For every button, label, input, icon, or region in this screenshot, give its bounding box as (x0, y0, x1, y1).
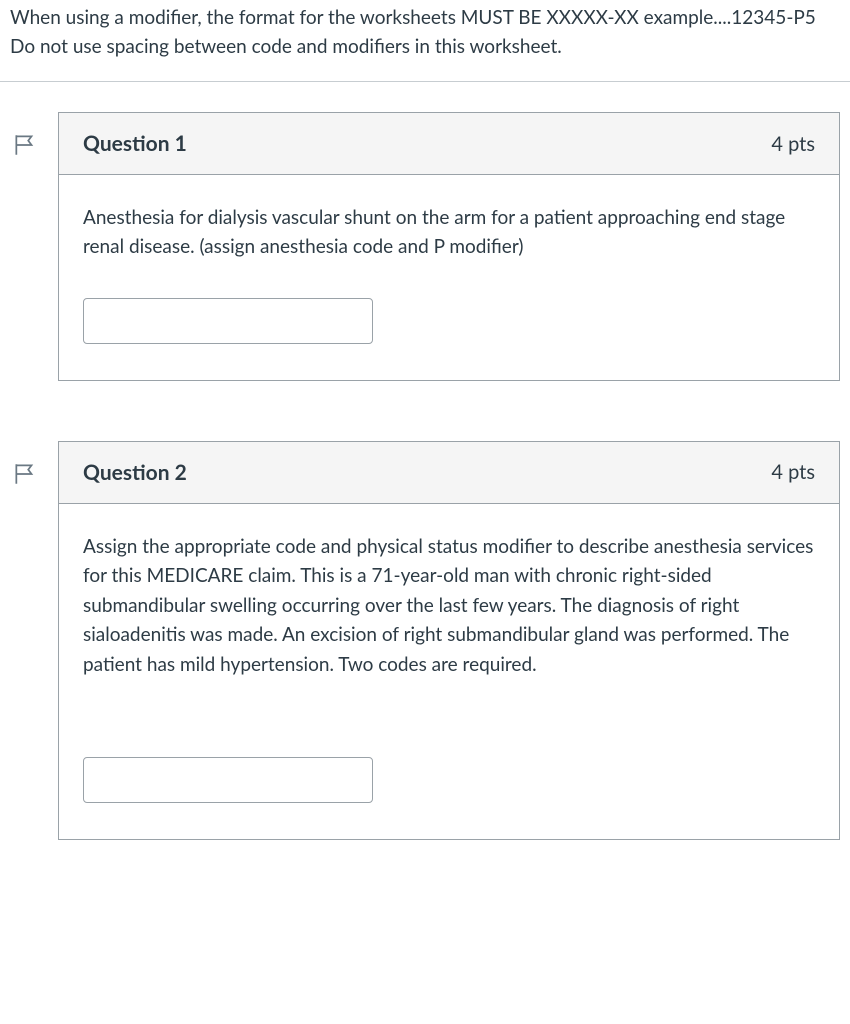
question-prompt: Anesthesia for dialysis vascular shunt o… (83, 203, 815, 262)
question-card: Question 1 4 pts Anesthesia for dialysis… (58, 112, 840, 381)
question-card: Question 2 4 pts Assign the appropriate … (58, 441, 840, 840)
answer-input[interactable] (83, 298, 373, 344)
flag-icon[interactable] (10, 130, 40, 160)
questions-container: Question 1 4 pts Anesthesia for dialysis… (0, 82, 850, 920)
worksheet-instructions: When using a modifier, the format for th… (0, 0, 850, 82)
question-body: Assign the appropriate code and physical… (59, 504, 839, 839)
question-points: 4 pts (771, 132, 815, 156)
question-title: Question 2 (83, 460, 187, 485)
question-prompt: Assign the appropriate code and physical… (83, 532, 815, 679)
answer-input[interactable] (83, 757, 373, 803)
flag-icon[interactable] (10, 459, 40, 489)
question-header: Question 2 4 pts (59, 442, 839, 504)
question-row: Question 2 4 pts Assign the appropriate … (10, 441, 840, 840)
question-title: Question 1 (83, 131, 187, 156)
question-row: Question 1 4 pts Anesthesia for dialysis… (10, 112, 840, 381)
instructions-text: When using a modifier, the format for th… (10, 6, 816, 58)
question-header: Question 1 4 pts (59, 113, 839, 175)
question-body: Anesthesia for dialysis vascular shunt o… (59, 175, 839, 380)
question-points: 4 pts (771, 460, 815, 484)
